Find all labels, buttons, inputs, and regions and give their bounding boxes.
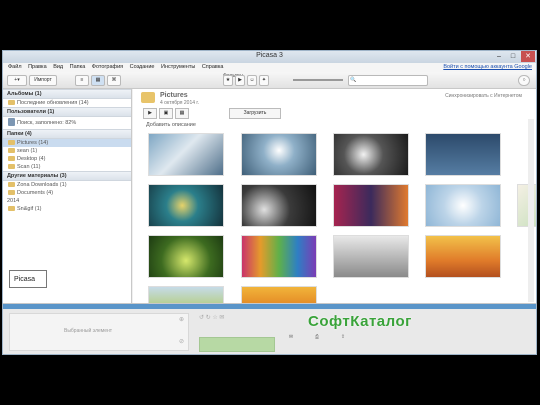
hold-icon[interactable]: ⊘	[179, 338, 184, 345]
tray-divider	[3, 304, 536, 309]
sidebar-item-label: Sn&gif (1)	[17, 206, 42, 212]
search-input[interactable]: 🔍	[348, 75, 428, 86]
minimize-button[interactable]: –	[492, 51, 506, 62]
grid-view-icon[interactable]: ▦	[91, 75, 105, 86]
sidebar-item-label: Pictures (14)	[17, 140, 49, 146]
email-icon[interactable]: ✉	[283, 334, 299, 344]
google-signin-link[interactable]: Войти с помощью аккаунта Google	[443, 64, 532, 70]
photo-thumbnail[interactable]	[517, 184, 536, 227]
photo-thumbnail[interactable]	[333, 184, 409, 227]
folder-icon	[8, 140, 15, 145]
pin-icon[interactable]: ⊕	[179, 316, 184, 323]
window-title: Picasa 3	[256, 52, 283, 59]
main-panel: Pictures 4 октября 2014 г. Синхронизиров…	[133, 89, 536, 306]
sidebar-item-documents[interactable]: Documents (4)	[3, 189, 131, 197]
filter-star-icon[interactable]: ★	[223, 75, 233, 86]
toolbar: +▾ Импорт ≡ ▦ ⌘ Фильтры ★ ▶ ☺ ✦ 🔍 ○	[3, 72, 536, 89]
person-icon	[8, 118, 15, 126]
section-other[interactable]: Другие материалы (3)	[3, 171, 131, 181]
import-button[interactable]: Импорт	[29, 75, 57, 86]
menu-file[interactable]: Файл	[8, 64, 22, 70]
menu-bar: Файл Правка Вид Папка Фотография Создани…	[3, 63, 536, 72]
rotate-icons[interactable]: ↺ ↻ ☆ ✉	[199, 314, 224, 321]
close-button[interactable]: ✕	[521, 51, 535, 62]
maximize-button[interactable]: □	[506, 51, 520, 62]
print-icon[interactable]: ⎙	[309, 334, 325, 344]
photo-thumbnail[interactable]	[333, 235, 409, 278]
sidebar-item-zona[interactable]: Zona Downloads (1)	[3, 181, 131, 189]
sidebar-item-label: Desktop (4)	[17, 156, 46, 162]
photo-thumbnail[interactable]	[148, 133, 224, 176]
year-heading: 2014	[7, 198, 20, 204]
main-scrollbar[interactable]	[528, 119, 534, 302]
filter-slider[interactable]	[293, 79, 343, 81]
picasa-caption: Picasa	[9, 270, 47, 288]
menu-help[interactable]: Справка	[202, 64, 224, 70]
folder-icon	[8, 156, 15, 161]
folder-icon	[8, 190, 15, 195]
section-people[interactable]: Пользователи (1)	[3, 107, 131, 117]
photo-thumbnail[interactable]	[148, 235, 224, 278]
photo-thumbnail[interactable]	[241, 235, 317, 278]
photo-thumbnail[interactable]	[241, 184, 317, 227]
sidebar-item-scan[interactable]: Scan (11)	[3, 163, 131, 171]
selection-tray: Выбранный элемент ⊕ ⊘	[9, 313, 189, 351]
folder-icon	[141, 92, 155, 103]
filter-geo-icon[interactable]: ✦	[259, 75, 269, 86]
sidebar-item-label: Documents (4)	[17, 190, 54, 196]
slideshow-icon[interactable]: ▣	[159, 108, 173, 119]
bottom-tray: Выбранный элемент ⊕ ⊘ ↺ ↻ ☆ ✉ ✉ ⎙ ⇪ Софт…	[3, 303, 536, 354]
picasa-window: Picasa 3 – □ ✕ Файл Правка Вид Папка Фот…	[2, 50, 537, 355]
sidebar-item-snagif[interactable]: Sn&gif (1)	[3, 205, 131, 213]
sidebar-item-label: Scan (11)	[17, 164, 41, 170]
sidebar-item-label: Последние обновления (14)	[17, 100, 89, 106]
selected-label: Выбранный элемент	[64, 328, 113, 334]
photo-thumbnail[interactable]	[333, 133, 409, 176]
photo-thumbnail[interactable]	[148, 184, 224, 227]
photo-thumbnail[interactable]	[425, 184, 501, 227]
folder-icon	[8, 206, 15, 211]
folder-icon	[8, 164, 15, 169]
filter-face-icon[interactable]: ☺	[247, 75, 257, 86]
menu-photo[interactable]: Фотография	[92, 64, 123, 70]
watermark: СофтКаталог	[308, 313, 412, 330]
play-icon[interactable]: ▶	[143, 108, 157, 119]
section-albums[interactable]: Альбомы (1)	[3, 89, 131, 99]
sidebar-item-pictures[interactable]: Pictures (14)	[3, 139, 131, 147]
upload-button[interactable]: Загрузить	[229, 108, 281, 119]
collage-icon[interactable]: ▦	[175, 108, 189, 119]
sidebar-item-people-search[interactable]: Поиск, заполнено: 82%	[3, 117, 131, 129]
title-bar: Picasa 3 – □ ✕	[3, 51, 536, 63]
list-view-icon[interactable]: ≡	[75, 75, 89, 86]
sidebar-item-label: Поиск, заполнено: 82%	[17, 120, 77, 126]
share-button[interactable]	[199, 337, 275, 352]
add-description-link[interactable]: Добавить описание	[146, 122, 196, 128]
photo-thumbnail[interactable]	[241, 133, 317, 176]
export-icon[interactable]: ⇪	[335, 334, 351, 344]
photo-thumbnail[interactable]	[425, 133, 501, 176]
filter-video-icon[interactable]: ▶	[235, 75, 245, 86]
menu-view[interactable]: Вид	[53, 64, 63, 70]
add-icon[interactable]: +▾	[7, 75, 27, 86]
folder-title: Pictures	[160, 92, 188, 99]
sidebar-item-desktop[interactable]: Desktop (4)	[3, 155, 131, 163]
folder-date: 4 октября 2014 г.	[160, 100, 199, 106]
album-icon	[8, 100, 15, 105]
folder-icon	[8, 182, 15, 187]
sidebar-item-label: sean (1)	[17, 148, 38, 154]
menu-folder[interactable]: Папка	[70, 64, 86, 70]
menu-create[interactable]: Создание	[130, 64, 155, 70]
menu-tools[interactable]: Инструменты	[161, 64, 195, 70]
folder-icon	[8, 148, 15, 153]
section-folders[interactable]: Папки (4)	[3, 129, 131, 139]
menu-edit[interactable]: Правка	[28, 64, 47, 70]
sidebar-item-label: Zona Downloads (1)	[17, 182, 67, 188]
settings-icon[interactable]: ○	[518, 75, 530, 86]
sidebar-item-recent[interactable]: Последние обновления (14)	[3, 99, 131, 107]
sidebar-item-sean[interactable]: sean (1)	[3, 147, 131, 155]
photo-thumbnail[interactable]	[425, 235, 501, 278]
tag-icon[interactable]: ⌘	[107, 75, 121, 86]
sync-link[interactable]: Синхронизировать с Интернетом	[445, 93, 522, 99]
